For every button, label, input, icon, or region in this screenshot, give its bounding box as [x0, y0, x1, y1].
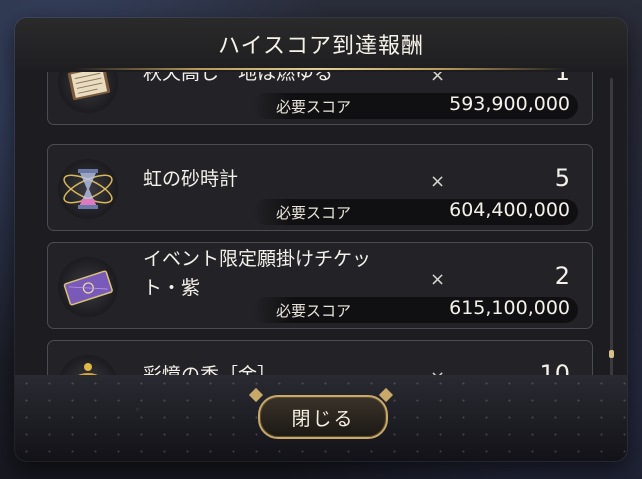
- high-score-reward-dialog: ハイスコア到達報酬 秋天高し 地は燃ゆる × 1 必要スコア 593,900,0…: [15, 18, 627, 461]
- required-score-value: 604,400,000: [449, 199, 570, 221]
- reward-card: 秋天高し 地は燃ゆる × 1 必要スコア 593,900,000: [47, 72, 593, 125]
- reward-name: 秋天高し 地は燃ゆる: [143, 72, 334, 84]
- dialog-header: ハイスコア到達報酬: [15, 18, 627, 70]
- required-score-label: 必要スコア: [276, 302, 352, 320]
- reward-name: イベント限定願掛けチケット・紫: [143, 248, 372, 300]
- purple-ticket-icon: [58, 257, 118, 317]
- scrollbar-thumb[interactable]: [609, 350, 614, 358]
- close-button-label: 閉じる: [291, 407, 355, 430]
- close-button[interactable]: 閉じる: [258, 395, 388, 439]
- book-scroll-icon: [58, 72, 118, 113]
- required-score-value: 593,900,000: [449, 93, 570, 115]
- reward-quantity: 5: [554, 164, 570, 192]
- required-score-label: 必要スコア: [276, 98, 352, 116]
- reward-quantity: 1: [554, 72, 570, 86]
- header-divider: [75, 68, 567, 70]
- multiply-sign: ×: [430, 72, 446, 86]
- reward-list[interactable]: 秋天高し 地は燃ゆる × 1 必要スコア 593,900,000 虹の砂時計 ×…: [15, 72, 627, 388]
- required-score-label: 必要スコア: [276, 204, 352, 222]
- hourglass-icon: [58, 159, 118, 219]
- dialog-title: ハイスコア到達報酬: [218, 34, 424, 59]
- multiply-sign: ×: [430, 269, 446, 290]
- dialog-footer: 閉じる: [15, 375, 627, 461]
- scrollbar-track[interactable]: [610, 78, 613, 378]
- reward-card: 虹の砂時計 × 5 必要スコア 604,400,000: [47, 144, 593, 231]
- reward-quantity: 2: [554, 262, 570, 290]
- reward-name: 虹の砂時計: [143, 168, 239, 190]
- reward-card: イベント限定願掛けチケット・紫 × 2 必要スコア 615,100,000: [47, 242, 593, 329]
- required-score-value: 615,100,000: [449, 297, 570, 319]
- multiply-sign: ×: [430, 171, 446, 192]
